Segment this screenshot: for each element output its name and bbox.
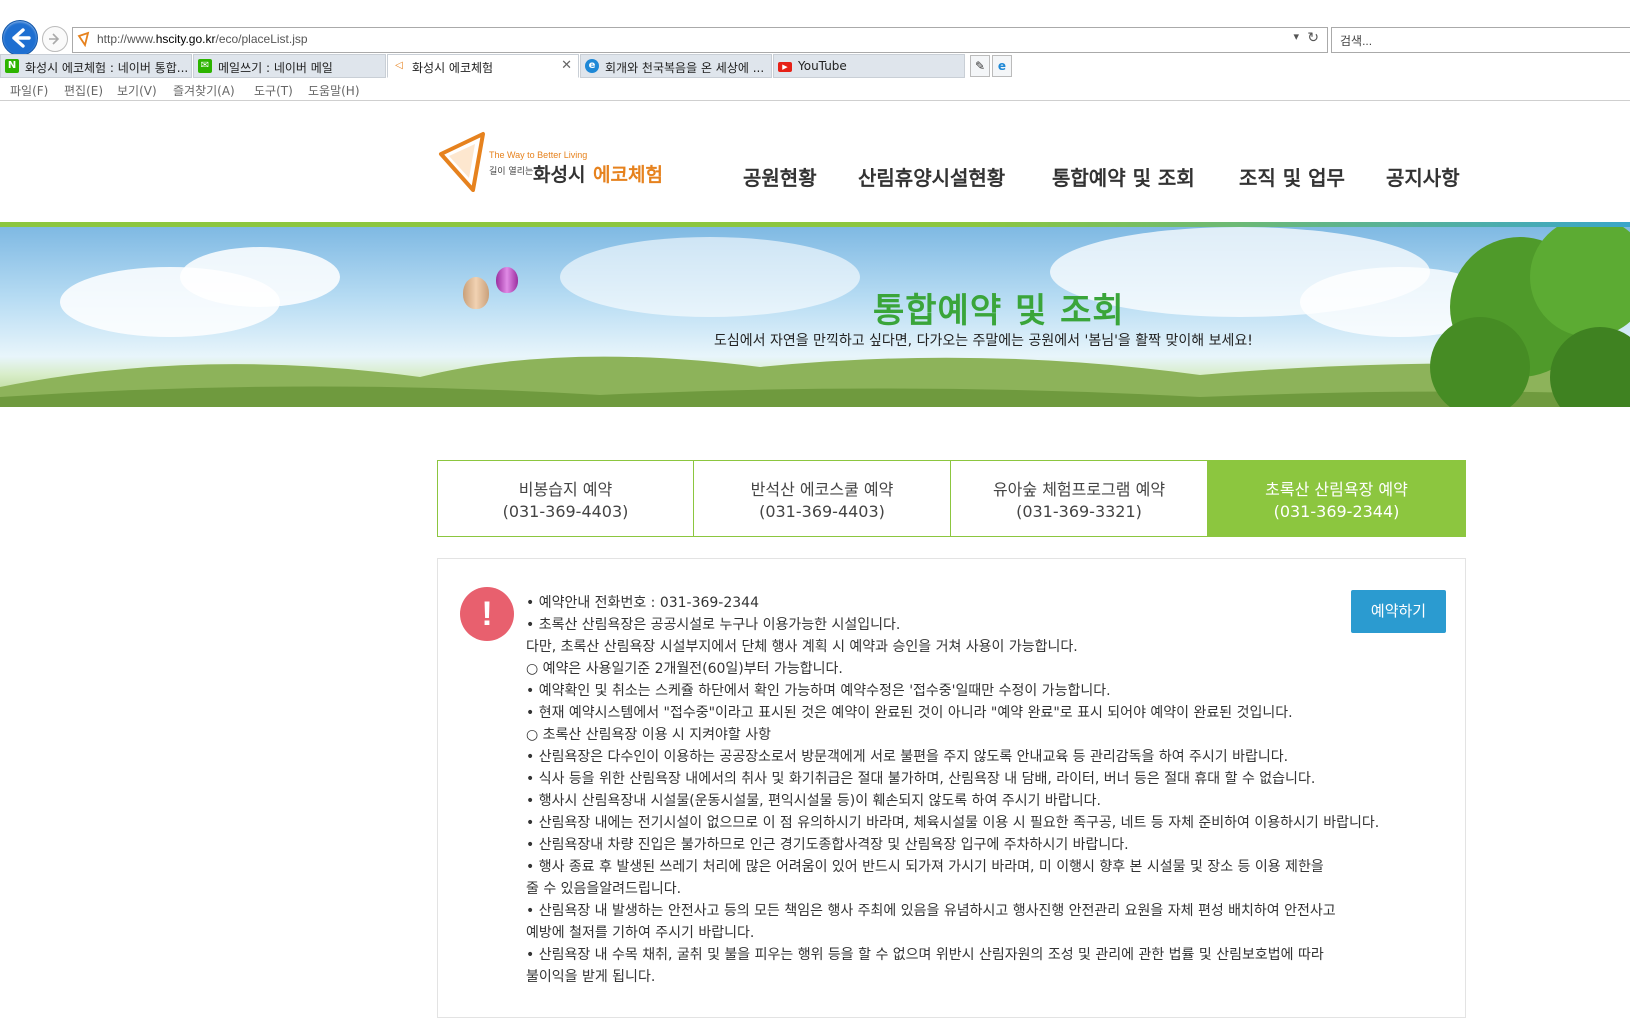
notice-line: 다만, 초록산 산림욕장 시설부지에서 단체 행사 계획 시 예약과 승인을 거…	[526, 639, 1078, 655]
search-placeholder: 검색...	[1340, 34, 1373, 48]
menu-help[interactable]: 도움말(H)	[308, 82, 360, 99]
reserve-button[interactable]: 예약하기	[1351, 590, 1446, 633]
tab-phone: (031-369-4403)	[502, 502, 629, 521]
banner-subtitle: 도심에서 자연을 만끽하고 싶다면, 다가오는 주말에는 공원에서 '봄님'을 …	[714, 333, 1253, 349]
tab-phone: (031-369-4403)	[759, 502, 885, 521]
trees-graphic	[1430, 227, 1630, 407]
tab-naver-mail[interactable]: ✉ 메일쓰기 : 네이버 메일	[193, 54, 386, 78]
tab-title: 비봉습지 예약	[518, 480, 613, 499]
site-logo[interactable]: The Way to Better Living 길이 열리는 화성시 에코체험	[435, 130, 675, 194]
tab-phone: (031-369-2344)	[1273, 502, 1400, 521]
notice-line: • 산림욕장내 차량 진입은 불가하므로 인근 경기도종합사격장 및 산림욕장 …	[526, 837, 1129, 853]
refresh-icon[interactable]: ↻	[1307, 29, 1319, 46]
page-banner: 통합예약 및 조회 도심에서 자연을 만끽하고 싶다면, 다가오는 주말에는 공…	[0, 227, 1630, 407]
notice-line: ○ 초록산 산림욕장 이용 시 지켜야할 사항	[526, 727, 771, 743]
close-icon[interactable]: ✕	[561, 58, 572, 73]
cloud	[560, 237, 860, 317]
hscity-site-icon: ◁	[395, 60, 403, 71]
notice-line: • 식사 등을 위한 산림욕장 내에서의 취사 및 화기취급은 절대 불가하며,…	[526, 771, 1316, 787]
notice-line: 줄 수 있음을알려드립니다.	[526, 881, 682, 897]
site-favicon-icon	[77, 31, 90, 47]
menu-view[interactable]: 보기(V)	[117, 82, 157, 99]
balloon	[496, 267, 518, 293]
tab-banseoksan-ecoschool[interactable]: 반석산 에코스쿨 예약 (031-369-4403)	[693, 460, 951, 537]
logo-name-city: 화성시	[533, 164, 586, 186]
menu-tools[interactable]: 도구(T)	[254, 82, 293, 99]
back-arrow-icon	[12, 28, 31, 48]
tab-label: 회개와 천국복음을 온 세상에 ...	[605, 61, 765, 75]
ie-page-icon: e	[585, 59, 599, 73]
tab-repentance[interactable]: e 회개와 천국복음을 온 세상에 ...	[580, 54, 772, 78]
naver-mail-icon: ✉	[198, 59, 212, 73]
menu-edit[interactable]: 편집(E)	[64, 82, 103, 99]
tab-choroksan-forest-bath[interactable]: 초록산 산림욕장 예약 (031-369-2344)	[1207, 460, 1466, 537]
notice-line: • 산림욕장 내 수목 채취, 굴취 및 불을 피우는 행위 등을 할 수 없으…	[526, 947, 1324, 963]
ie-icon: e	[997, 59, 1007, 73]
logo-name-eco: 에코체험	[593, 164, 663, 186]
notice-line: • 행사시 산림욕장내 시설물(운동시설물, 편익시설물 등)이 훼손되지 않도…	[526, 793, 1101, 809]
back-button[interactable]	[2, 20, 38, 56]
logo-mark-icon	[439, 132, 485, 192]
notice-line: • 예약안내 전화번호 : 031-369-2344	[526, 595, 759, 611]
reservation-notice: ! 예약하기 • 예약안내 전화번호 : 031-369-2344 • 초록산 …	[437, 558, 1466, 1018]
tab-label: 메일쓰기 : 네이버 메일	[218, 61, 333, 75]
nav-reservation[interactable]: 통합예약 및 조회	[1052, 162, 1195, 191]
nav-park-status[interactable]: 공원현황	[743, 162, 817, 191]
address-bar[interactable]: http://www.hscity.go.kr/eco/placeList.js…	[72, 27, 1328, 53]
tab-bibong-wetland[interactable]: 비봉습지 예약 (031-369-4403)	[437, 460, 694, 537]
menu-bar: 파일(F) 편집(E) 보기(V) 즐겨찾기(A) 도구(T) 도움말(H)	[0, 78, 1630, 101]
menu-file[interactable]: 파일(F)	[10, 82, 48, 99]
logo-small-text: 길이 열리는	[489, 167, 534, 177]
tab-phone: (031-369-3321)	[1016, 502, 1142, 521]
cloud	[180, 247, 340, 307]
notice-line: 예방에 철저를 기하여 주시기 바랍니다.	[526, 925, 755, 941]
tab-strip: N 화성시 에코체험 : 네이버 통합... ✉ 메일쓰기 : 네이버 메일 ◁…	[0, 54, 1630, 78]
tab-youtube[interactable]: ▶ YouTube	[773, 54, 965, 78]
url-text: http://www.hscity.go.kr/eco/placeList.js…	[97, 32, 308, 46]
nav-notices[interactable]: 공지사항	[1386, 162, 1460, 191]
tab-title: 반석산 에코스쿨 예약	[750, 480, 894, 499]
notice-line: • 예약확인 및 취소는 스케쥴 하단에서 확인 가능하며 예약수정은 '접수중…	[526, 683, 1111, 699]
notice-line: • 현재 예약시스템에서 "접수중"이라고 표시된 것은 예약이 완료된 것이 …	[526, 705, 1293, 721]
forward-button[interactable]	[42, 26, 68, 52]
new-tab-button[interactable]: ✎	[970, 55, 990, 77]
search-input[interactable]: 검색...	[1331, 27, 1630, 53]
notice-line: ○ 예약은 사용일기준 2개월전(60일)부터 가능합니다.	[526, 661, 843, 677]
tab-hscity-eco[interactable]: ◁ 화성시 에코체험 ✕	[387, 54, 579, 78]
youtube-icon: ▶	[778, 62, 792, 72]
alert-icon: !	[460, 587, 514, 641]
tab-title: 초록산 산림욕장 예약	[1265, 480, 1408, 499]
browser-chrome: http://www.hscity.go.kr/eco/placeList.js…	[0, 0, 1630, 102]
balloon	[463, 277, 489, 309]
notice-line: • 산림욕장 내 발생하는 안전사고 등의 모든 책임은 행사 주최에 있음을 …	[526, 903, 1336, 919]
tab-naver-search[interactable]: N 화성시 에코체험 : 네이버 통합...	[0, 54, 192, 78]
notice-line: • 초록산 산림욕장은 공공시설로 누구나 이용가능한 시설입니다.	[526, 617, 901, 633]
notice-line: • 행사 종료 후 발생된 쓰레기 처리에 많은 어려움이 있어 반드시 되가져…	[526, 859, 1324, 875]
tab-label: YouTube	[798, 59, 847, 73]
new-tab-icon: ✎	[974, 59, 986, 73]
reservation-tabs: 비봉습지 예약 (031-369-4403) 반석산 에코스쿨 예약 (031-…	[437, 460, 1466, 537]
address-dropdown-icon[interactable]: ▾	[1293, 30, 1299, 43]
notice-line: 불이익을 받게 됩니다.	[526, 969, 656, 985]
notice-line: • 산림욕장은 다수인이 이용하는 공공장소로서 방문객에게 서로 불편을 주지…	[526, 749, 1289, 765]
tab-title: 유아숲 체험프로그램 예약	[992, 480, 1166, 499]
nav-organization[interactable]: 조직 및 업무	[1239, 162, 1345, 191]
menu-favorites[interactable]: 즐겨찾기(A)	[173, 82, 235, 99]
forward-arrow-icon	[49, 33, 60, 45]
tab-label: 화성시 에코체험	[412, 61, 494, 75]
naver-icon: N	[5, 59, 19, 73]
tab-kids-forest-program[interactable]: 유아숲 체험프로그램 예약 (031-369-3321)	[950, 460, 1208, 537]
nav-forest-facilities[interactable]: 산림휴양시설현황	[858, 162, 1005, 191]
ie-button[interactable]: e	[992, 55, 1012, 77]
logo-tagline: The Way to Better Living	[489, 150, 588, 160]
notice-line: • 산림욕장 내에는 전기시설이 없으므로 이 점 유의하시기 바라며, 체육시…	[526, 815, 1380, 831]
page-title: 통합예약 및 조회	[873, 291, 1125, 331]
tab-label: 화성시 에코체험 : 네이버 통합...	[25, 61, 189, 75]
